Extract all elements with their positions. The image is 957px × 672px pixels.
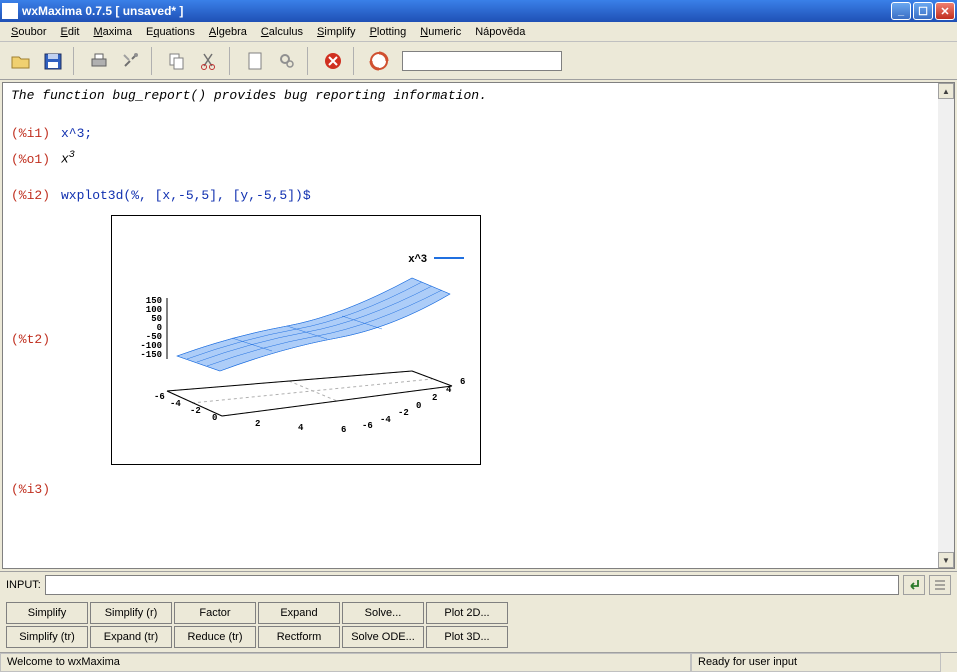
cell-label: (%i1): [11, 125, 61, 143]
input-label: INPUT:: [6, 579, 41, 591]
status-right: Ready for user input: [691, 653, 941, 672]
menu-bar: Soubor Edit Maxima Equations Algebra Cal…: [0, 22, 957, 42]
cell-label: (%o1): [11, 151, 61, 169]
intro-text: The function bug_report() provides bug r…: [11, 87, 930, 105]
toolbar: [0, 42, 957, 80]
plot-3d: x^3 150 100 50 0 -50 -100 -150: [111, 215, 481, 465]
menu-plotting[interactable]: Plotting: [363, 24, 414, 40]
gear-button[interactable]: [272, 46, 302, 76]
scroll-track[interactable]: [938, 99, 954, 552]
plot-svg: x^3 150 100 50 0 -50 -100 -150: [112, 216, 480, 464]
btn-rectform[interactable]: Rectform: [258, 626, 340, 648]
open-button[interactable]: [6, 46, 36, 76]
cut-button[interactable]: [194, 46, 224, 76]
window-controls: _ ☐ ✕: [891, 2, 955, 20]
btn-expand[interactable]: Expand: [258, 602, 340, 624]
menu-napoveda[interactable]: Nápověda: [468, 24, 532, 40]
btn-simplify[interactable]: Simplify: [6, 602, 88, 624]
btn-solve-ode[interactable]: Solve ODE...: [342, 626, 424, 648]
svg-text:4: 4: [446, 385, 452, 395]
document-area[interactable]: The function bug_report() provides bug r…: [3, 83, 938, 568]
minimize-button[interactable]: _: [891, 2, 911, 20]
cell-t2: (%t2) x^3 150 100 50 0 -50 -100 -150: [11, 215, 930, 465]
enter-button[interactable]: [903, 575, 925, 595]
menu-maxima[interactable]: Maxima: [86, 24, 139, 40]
button-row-2: Simplify (tr) Expand (tr) Reduce (tr) Re…: [6, 626, 951, 648]
prefs-button[interactable]: [116, 46, 146, 76]
resize-grip[interactable]: [941, 653, 957, 672]
svg-text:-6: -6: [154, 392, 165, 402]
maximize-button[interactable]: ☐: [913, 2, 933, 20]
help-button[interactable]: [364, 46, 394, 76]
stop-button[interactable]: [318, 46, 348, 76]
cell-label: (%i2): [11, 187, 61, 205]
svg-text:2: 2: [432, 393, 437, 403]
menu-equations[interactable]: Equations: [139, 24, 202, 40]
btn-factor[interactable]: Factor: [174, 602, 256, 624]
app-icon: [2, 3, 18, 19]
svg-text:4: 4: [298, 423, 304, 433]
btn-simplify-tr[interactable]: Simplify (tr): [6, 626, 88, 648]
surface: [177, 278, 450, 371]
svg-text:0: 0: [416, 401, 421, 411]
menu-numeric[interactable]: Numeric: [413, 24, 468, 40]
cell-i2: (%i2) wxplot3d(%, [x,-5,5], [y,-5,5])$: [11, 187, 930, 205]
cell-input: x^3;: [61, 125, 92, 143]
title-bar: wxMaxima 0.7.5 [ unsaved* ] _ ☐ ✕: [0, 0, 957, 22]
menu-soubor[interactable]: Soubor: [4, 24, 53, 40]
scroll-down-button[interactable]: ▼: [938, 552, 954, 568]
svg-text:6: 6: [460, 377, 465, 387]
save-button[interactable]: [38, 46, 68, 76]
svg-text:0: 0: [212, 413, 217, 423]
list-button[interactable]: [929, 575, 951, 595]
cell-label: (%t2): [11, 331, 61, 349]
svg-text:-150: -150: [140, 350, 162, 360]
button-row-1: Simplify Simplify (r) Factor Expand Solv…: [6, 602, 951, 624]
svg-text:-4: -4: [380, 415, 391, 425]
print-button[interactable]: [84, 46, 114, 76]
menu-simplify[interactable]: Simplify: [310, 24, 363, 40]
cell-output: x3: [61, 149, 75, 169]
window-title: wxMaxima 0.7.5 [ unsaved* ]: [22, 4, 891, 18]
status-bar: Welcome to wxMaxima Ready for user input: [0, 652, 957, 672]
cell-label: (%i3): [11, 481, 61, 499]
cell-i1: (%i1) x^3;: [11, 125, 930, 143]
legend-label: x^3: [408, 253, 427, 265]
btn-plot2d[interactable]: Plot 2D...: [426, 602, 508, 624]
menu-algebra[interactable]: Algebra: [202, 24, 254, 40]
button-panel: Simplify Simplify (r) Factor Expand Solv…: [0, 598, 957, 652]
svg-text:2: 2: [255, 419, 260, 429]
menu-edit[interactable]: Edit: [53, 24, 86, 40]
new-button[interactable]: [240, 46, 270, 76]
status-left: Welcome to wxMaxima: [0, 653, 691, 672]
btn-reduce-tr[interactable]: Reduce (tr): [174, 626, 256, 648]
scroll-up-button[interactable]: ▲: [938, 83, 954, 99]
btn-solve[interactable]: Solve...: [342, 602, 424, 624]
cell-i3: (%i3): [11, 481, 930, 499]
svg-text:-2: -2: [190, 406, 201, 416]
copy-button[interactable]: [162, 46, 192, 76]
menu-calculus[interactable]: Calculus: [254, 24, 310, 40]
input-row: INPUT:: [0, 571, 957, 598]
cell-input: wxplot3d(%, [x,-5,5], [y,-5,5])$: [61, 187, 311, 205]
btn-simplify-r[interactable]: Simplify (r): [90, 602, 172, 624]
svg-text:6: 6: [341, 425, 346, 435]
svg-text:-4: -4: [170, 399, 181, 409]
btn-plot3d[interactable]: Plot 3D...: [426, 626, 508, 648]
command-input[interactable]: [45, 575, 899, 595]
vertical-scrollbar[interactable]: ▲ ▼: [938, 83, 954, 568]
svg-text:-2: -2: [398, 408, 409, 418]
toolbar-input[interactable]: [402, 51, 562, 71]
svg-text:-6: -6: [362, 421, 373, 431]
btn-expand-tr[interactable]: Expand (tr): [90, 626, 172, 648]
close-button[interactable]: ✕: [935, 2, 955, 20]
cell-o1: (%o1) x3: [11, 149, 930, 169]
workspace: The function bug_report() provides bug r…: [2, 82, 955, 569]
